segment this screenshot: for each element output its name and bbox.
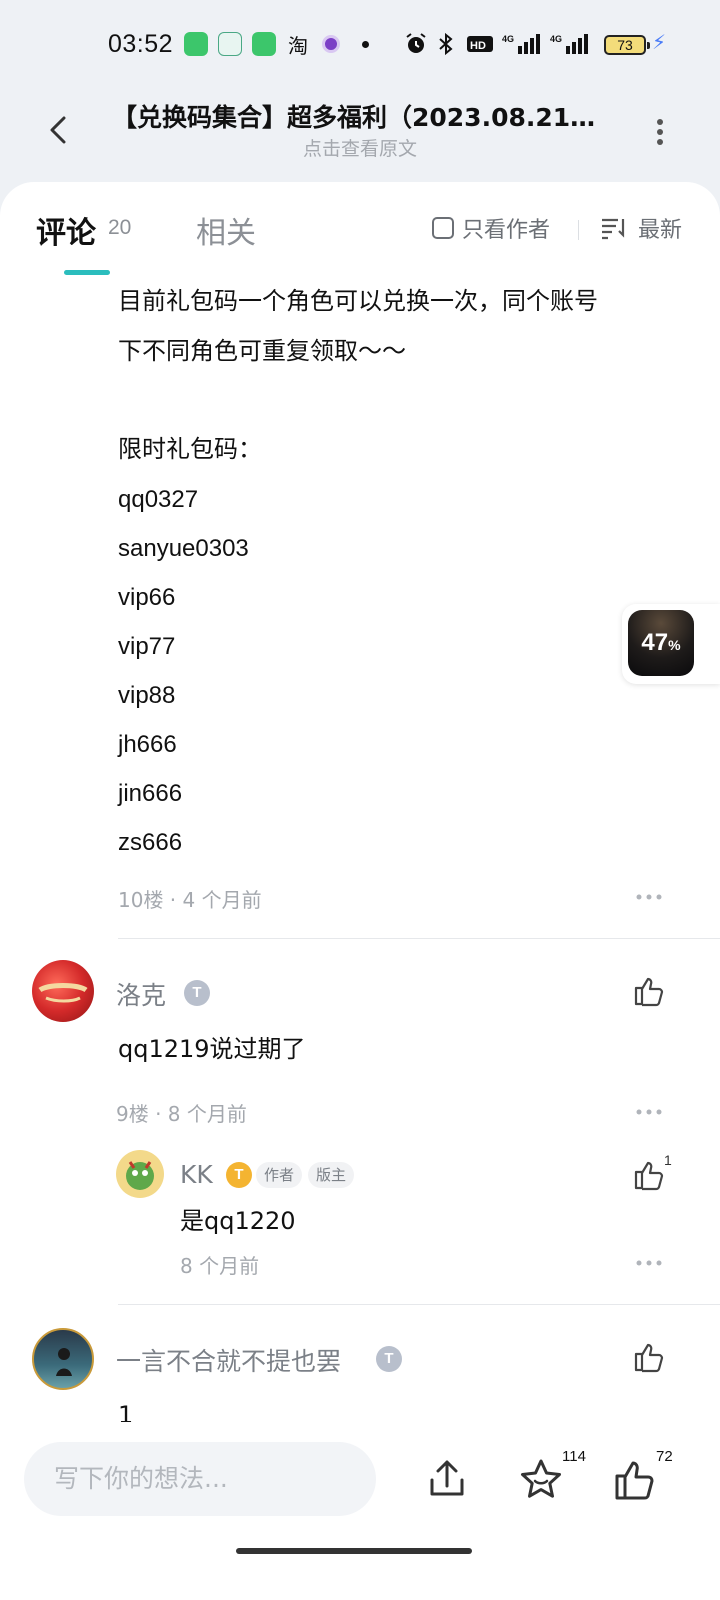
gift-code: sanyue0303 bbox=[118, 535, 249, 562]
author-only-toggle[interactable]: 只看作者 bbox=[432, 212, 550, 244]
reply-like-count: 1 bbox=[664, 1152, 672, 1168]
checkbox-icon[interactable] bbox=[432, 217, 454, 239]
favorite-count: 114 bbox=[562, 1448, 586, 1465]
author-tag: 作者 bbox=[256, 1162, 303, 1188]
battery-icon: 73 bbox=[604, 35, 650, 55]
gift-code: vip77 bbox=[118, 633, 176, 660]
status-time: 03:52 bbox=[108, 30, 174, 58]
progress-percent: 47 bbox=[641, 629, 669, 656]
progress-percent-sign: % bbox=[668, 637, 681, 653]
level-badge-icon: T bbox=[184, 980, 210, 1006]
codes-heading: 限时礼包码： bbox=[118, 435, 262, 463]
comment-input[interactable]: 写下你的想法... bbox=[24, 1442, 376, 1516]
status-bar: 03:52 淘 HD 4G 4G 73 ⚡ bbox=[0, 0, 720, 90]
avatar[interactable] bbox=[32, 1328, 94, 1390]
level-badge-icon: T bbox=[376, 1346, 402, 1372]
floating-progress-widget[interactable]: 47% bbox=[622, 604, 720, 684]
alarm-icon bbox=[406, 33, 426, 53]
thumbs-up-icon[interactable] bbox=[632, 974, 666, 1008]
svg-text:HD: HD bbox=[470, 40, 486, 52]
bluetooth-icon bbox=[439, 32, 453, 56]
like-count: 72 bbox=[656, 1448, 673, 1465]
more-horizontal-icon[interactable] bbox=[636, 1260, 662, 1266]
reply-username[interactable]: KK bbox=[180, 1160, 213, 1189]
thumbs-up-icon[interactable] bbox=[612, 1456, 658, 1502]
signal-4g-icon: 4G bbox=[550, 34, 588, 54]
sort-label: 最新 bbox=[638, 218, 683, 243]
divider bbox=[578, 220, 579, 240]
comment-username[interactable]: 洛克 bbox=[116, 976, 166, 1012]
divider bbox=[118, 1304, 720, 1305]
dot-icon bbox=[362, 41, 369, 48]
home-app-icon bbox=[218, 32, 242, 56]
post-intro-line: 目前礼包码一个角色可以兑换一次，同个账号 bbox=[118, 287, 598, 315]
post-intro-line: 下不同角色可重复领取～～ bbox=[118, 337, 406, 365]
app-green-icon bbox=[184, 32, 208, 56]
header: 【兑换码集合】超多福利（2023.08.21… 点击查看原文 bbox=[0, 90, 720, 180]
signal-4g-icon: 4G bbox=[502, 34, 540, 54]
message-app-icon bbox=[252, 32, 276, 56]
reply-meta: 8 个月前 bbox=[180, 1254, 260, 1278]
svg-text:4G: 4G bbox=[550, 34, 562, 44]
post-meta: 10楼 · 4 个月前 bbox=[118, 888, 262, 912]
hd-icon: HD bbox=[467, 36, 493, 52]
avatar[interactable] bbox=[32, 960, 94, 1022]
favorite-star-icon[interactable] bbox=[518, 1456, 564, 1502]
comment-text: qq1219说过期了 bbox=[118, 1035, 306, 1063]
progress-badge[interactable]: 47% bbox=[628, 610, 694, 676]
thumbs-up-icon[interactable] bbox=[632, 1158, 666, 1192]
author-only-label: 只看作者 bbox=[462, 218, 551, 243]
divider bbox=[118, 938, 720, 939]
share-icon[interactable] bbox=[424, 1456, 470, 1502]
comments-count: 20 bbox=[108, 216, 132, 239]
gift-code: jh666 bbox=[118, 731, 177, 758]
tab-comments[interactable]: 评论 bbox=[36, 208, 96, 252]
sort-toggle[interactable]: 最新 bbox=[600, 212, 682, 244]
thumbs-up-icon[interactable] bbox=[632, 1340, 666, 1374]
more-horizontal-icon[interactable] bbox=[636, 1109, 662, 1115]
page-title: 【兑换码集合】超多福利（2023.08.21… bbox=[112, 103, 596, 132]
gift-code: jin666 bbox=[118, 780, 183, 807]
more-horizontal-icon[interactable] bbox=[636, 894, 662, 900]
taobao-icon: 淘 bbox=[288, 34, 308, 58]
tab-related[interactable]: 相关 bbox=[196, 208, 256, 252]
more-vertical-icon[interactable] bbox=[650, 112, 670, 152]
home-indicator[interactable] bbox=[236, 1548, 472, 1554]
sort-icon bbox=[602, 218, 625, 240]
svg-text:4G: 4G bbox=[502, 34, 514, 44]
moderator-tag: 版主 bbox=[308, 1162, 355, 1188]
purple-app-icon bbox=[322, 35, 340, 53]
level-badge-icon: T bbox=[226, 1162, 252, 1188]
tab-bar: 评论 20 相关 只看作者 最新 bbox=[0, 182, 720, 275]
gift-code: vip88 bbox=[118, 682, 176, 709]
reply-text: 是qq1220 bbox=[180, 1207, 296, 1235]
active-tab-indicator bbox=[64, 270, 110, 275]
gift-code: qq0327 bbox=[118, 486, 199, 513]
gift-code: vip66 bbox=[118, 584, 176, 611]
comment-meta: 9楼 · 8 个月前 bbox=[116, 1102, 247, 1126]
charging-icon: ⚡ bbox=[652, 30, 667, 54]
bottom-bar: 写下你的想法... 114 72 bbox=[0, 1422, 720, 1600]
view-original-link[interactable]: 点击查看原文 bbox=[0, 134, 720, 161]
comments-card: 评论 20 相关 只看作者 最新 目前礼包码一个角色可以兑换一次，同个账号 下不… bbox=[0, 182, 720, 1452]
comment-username[interactable]: 一言不合就不提也罢 bbox=[116, 1342, 341, 1378]
avatar[interactable] bbox=[116, 1150, 164, 1198]
gift-code: zs666 bbox=[118, 829, 183, 856]
